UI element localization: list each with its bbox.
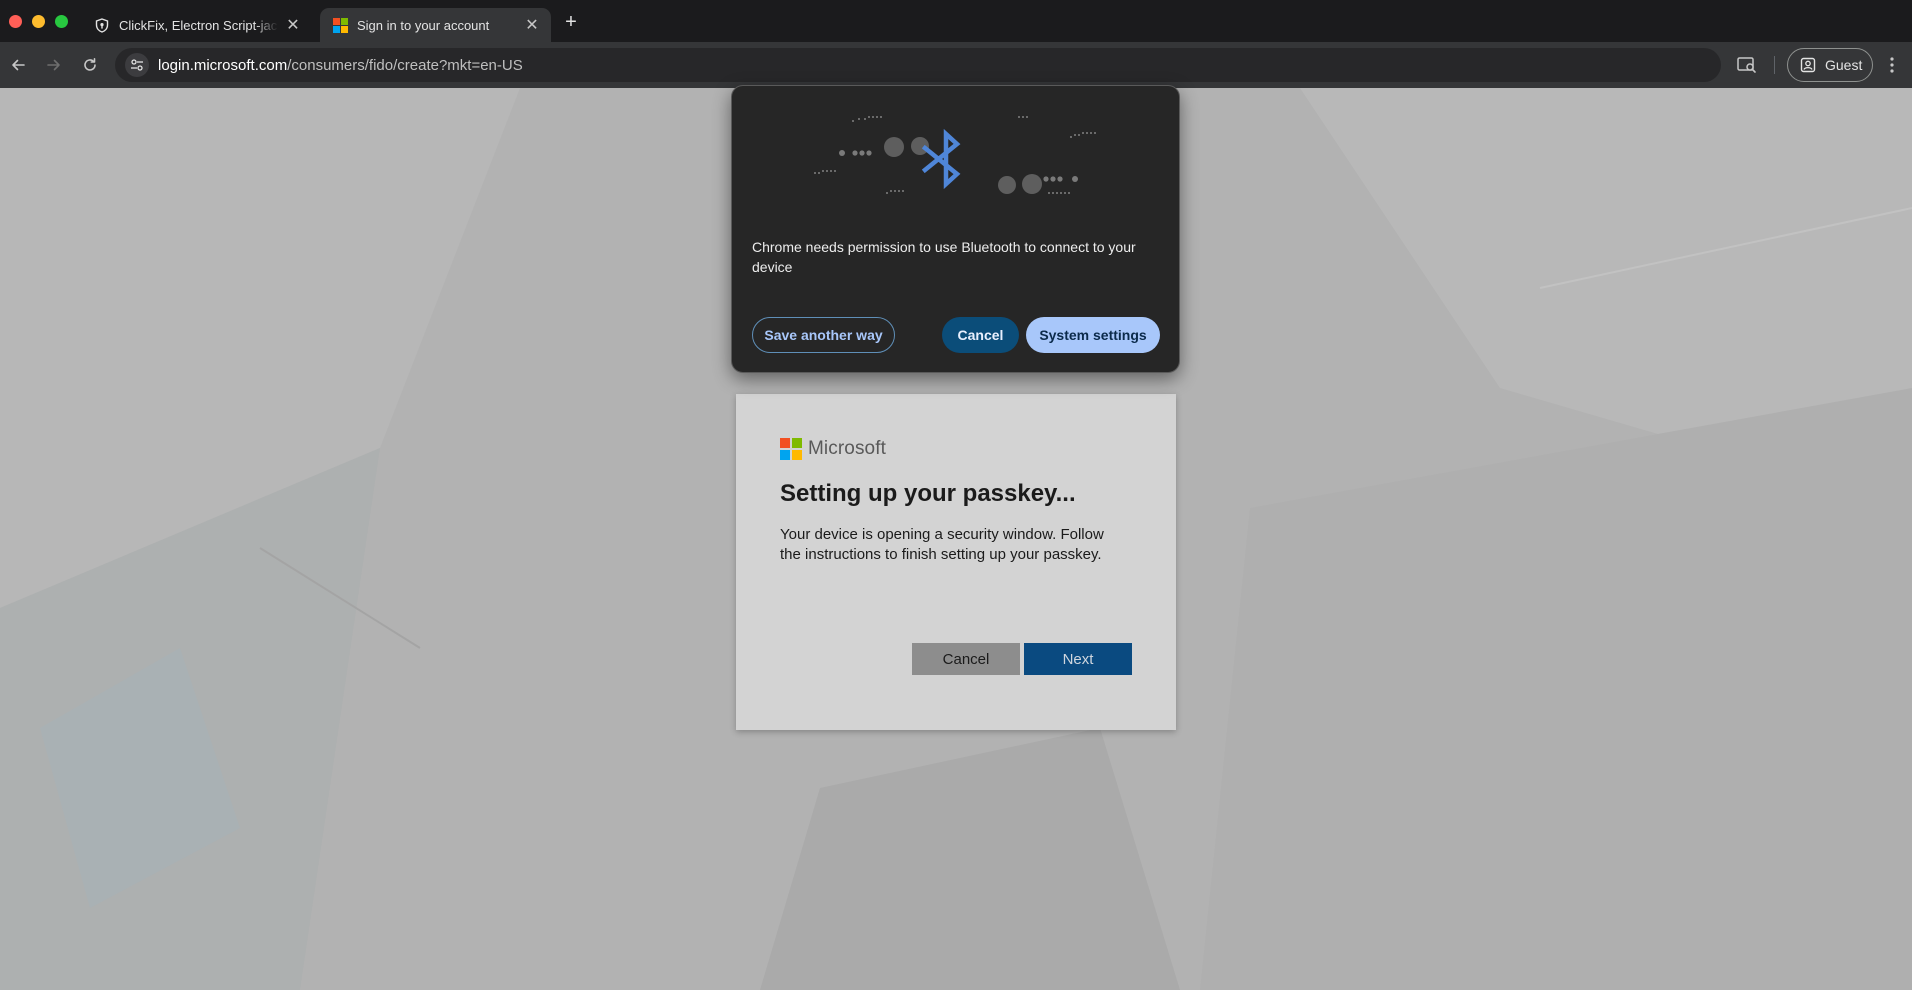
arrow-right-icon xyxy=(47,59,60,71)
browser-window: ClickFix, Electron Script-jacking ✕ Sign… xyxy=(0,0,1912,990)
arrow-left-icon xyxy=(12,59,25,71)
brand-name: Microsoft xyxy=(808,438,886,459)
bluetooth-icon xyxy=(921,128,961,190)
back-button[interactable] xyxy=(4,51,32,79)
tab-sign-in[interactable]: Sign in to your account ✕ xyxy=(320,8,551,42)
browser-menu-button[interactable] xyxy=(1880,53,1904,77)
more-vertical-icon xyxy=(1890,57,1894,73)
maximize-window-button[interactable] xyxy=(55,15,68,28)
profile-icon xyxy=(1800,57,1816,73)
bluetooth-illustration xyxy=(814,116,1096,194)
url-text: login.microsoft.com/consumers/fido/creat… xyxy=(158,57,523,74)
microsoft-logo-icon xyxy=(780,438,802,460)
tab-title: Sign in to your account xyxy=(357,17,490,33)
toolbar: login.microsoft.com/consumers/fido/creat… xyxy=(0,42,1912,88)
minimize-window-button[interactable] xyxy=(32,15,45,28)
save-another-way-button[interactable]: Save another way xyxy=(752,317,895,353)
instructions-text: Your device is opening a security window… xyxy=(780,526,1104,563)
new-tab-button[interactable]: + xyxy=(560,11,582,33)
cancel-button[interactable]: Cancel xyxy=(912,643,1020,675)
microsoft-brand: Microsoft xyxy=(780,438,1132,460)
search-tabs-button[interactable] xyxy=(1735,53,1759,77)
system-settings-button[interactable]: System settings xyxy=(1026,317,1160,353)
close-window-button[interactable] xyxy=(9,15,22,28)
passkey-card: Microsoft Setting up your passkey... You… xyxy=(736,394,1176,730)
url-host: login.microsoft.com xyxy=(158,56,288,74)
address-bar[interactable]: login.microsoft.com/consumers/fido/creat… xyxy=(115,48,1721,82)
tab-title: ClickFix, Electron Script-jacking xyxy=(119,17,278,33)
microsoft-logo-icon xyxy=(332,17,348,33)
url-path: /consumers/fido/create?mkt=en-US xyxy=(287,56,523,74)
toolbar-divider xyxy=(1774,56,1775,74)
profile-button[interactable]: Guest xyxy=(1787,48,1873,82)
forward-button[interactable] xyxy=(40,51,68,79)
reload-icon xyxy=(84,58,96,71)
close-tab-icon[interactable]: ✕ xyxy=(284,16,302,34)
tab-strip: ClickFix, Electron Script-jacking ✕ Sign… xyxy=(0,0,1912,42)
page-title: Setting up your passkey... xyxy=(780,480,1076,507)
shield-icon xyxy=(94,17,110,33)
permission-message: Chrome needs permission to use Bluetooth… xyxy=(752,239,1136,275)
cancel-button[interactable]: Cancel xyxy=(942,317,1019,353)
next-button[interactable]: Next xyxy=(1024,643,1132,675)
tab-search-icon xyxy=(1737,57,1756,73)
bluetooth-permission-dialog: Chrome needs permission to use Bluetooth… xyxy=(731,85,1180,373)
close-tab-icon[interactable]: ✕ xyxy=(523,16,541,34)
profile-label: Guest xyxy=(1825,57,1863,73)
tab-clickfix[interactable]: ClickFix, Electron Script-jacking ✕ xyxy=(82,8,312,42)
site-info-icon[interactable] xyxy=(125,53,149,77)
reload-button[interactable] xyxy=(76,51,104,79)
